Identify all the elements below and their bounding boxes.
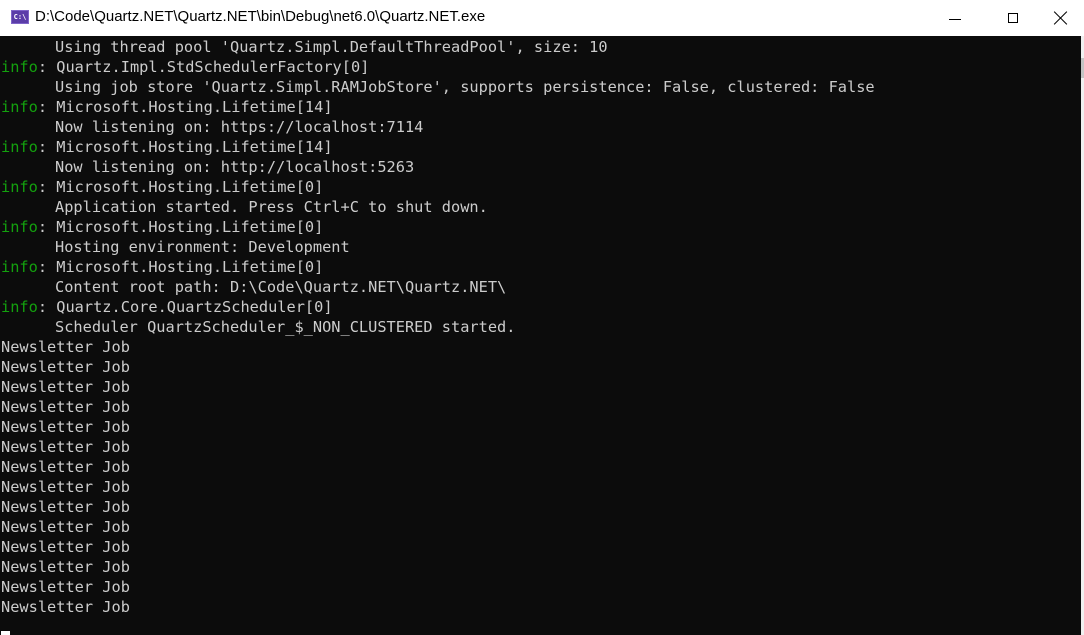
minimize-button[interactable]: [932, 0, 978, 36]
console-window: C:\ D:\Code\Quartz.NET\Quartz.NET\bin\De…: [0, 0, 1084, 635]
log-text: Newsletter Job: [1, 478, 130, 496]
log-text: Newsletter Job: [1, 338, 130, 356]
log-line: Newsletter Job: [0, 477, 1080, 497]
text-cursor: [1, 631, 10, 635]
maximize-button[interactable]: [990, 0, 1036, 36]
app-icon-glyph: C:\: [13, 13, 27, 21]
log-line: Using thread pool 'Quartz.Simpl.DefaultT…: [0, 37, 1080, 57]
log-text: Now listening on: https://localhost:7114: [55, 118, 424, 136]
log-text: Using thread pool 'Quartz.Simpl.DefaultT…: [55, 38, 608, 56]
log-text: : Microsoft.Hosting.Lifetime[0]: [37, 178, 324, 196]
log-text: : Microsoft.Hosting.Lifetime[14]: [37, 98, 333, 116]
log-text: Hosting environment: Development: [55, 238, 350, 256]
log-text: Now listening on: http://localhost:5263: [55, 158, 415, 176]
log-text: Scheduler QuartzScheduler_$_NON_CLUSTERE…: [55, 318, 516, 336]
log-text: Content root path: D:\Code\Quartz.NET\Qu…: [55, 278, 507, 296]
log-text: Newsletter Job: [1, 398, 130, 416]
log-line: Newsletter Job: [0, 597, 1080, 617]
log-line: Newsletter Job: [0, 557, 1080, 577]
log-text: : Microsoft.Hosting.Lifetime[14]: [37, 138, 333, 156]
log-line: Now listening on: http://localhost:5263: [0, 157, 1080, 177]
close-icon: [1054, 11, 1068, 25]
log-line: Newsletter Job: [0, 357, 1080, 377]
log-line: Newsletter Job: [0, 457, 1080, 477]
log-header-line: info: Microsoft.Hosting.Lifetime[0]: [0, 177, 1080, 197]
log-text: Newsletter Job: [1, 498, 130, 516]
minimize-icon: [949, 18, 961, 20]
log-text: Newsletter Job: [1, 418, 130, 436]
log-text: Newsletter Job: [1, 558, 130, 576]
log-text: Using job store 'Quartz.Simpl.RAMJobStor…: [55, 78, 875, 96]
console-app-icon[interactable]: C:\: [11, 10, 29, 24]
maximize-icon: [1008, 13, 1018, 23]
close-button[interactable]: [1038, 0, 1084, 36]
log-level-badge: info: [1, 98, 38, 116]
window-title: D:\Code\Quartz.NET\Quartz.NET\bin\Debug\…: [35, 8, 486, 25]
log-line: Hosting environment: Development: [0, 237, 1080, 257]
log-header-line: info: Microsoft.Hosting.Lifetime[0]: [0, 217, 1080, 237]
log-header-line: info: Microsoft.Hosting.Lifetime[0]: [0, 257, 1080, 277]
log-text: : Quartz.Core.QuartzScheduler[0]: [37, 298, 333, 316]
log-line: Application started. Press Ctrl+C to shu…: [0, 197, 1080, 217]
log-line: Newsletter Job: [0, 397, 1080, 417]
log-text: : Quartz.Impl.StdSchedulerFactory[0]: [37, 58, 370, 76]
log-text: Newsletter Job: [1, 358, 130, 376]
log-line: Scheduler QuartzScheduler_$_NON_CLUSTERE…: [0, 317, 1080, 337]
log-line: Newsletter Job: [0, 577, 1080, 597]
log-text: Newsletter Job: [1, 518, 130, 536]
log-line: Newsletter Job: [0, 337, 1080, 357]
log-line: Newsletter Job: [0, 377, 1080, 397]
log-text: Newsletter Job: [1, 598, 130, 616]
log-header-line: info: Quartz.Impl.StdSchedulerFactory[0]: [0, 57, 1080, 77]
log-text: Newsletter Job: [1, 538, 130, 556]
log-header-line: info: Microsoft.Hosting.Lifetime[14]: [0, 97, 1080, 117]
log-level-badge: info: [1, 218, 38, 236]
log-line: Content root path: D:\Code\Quartz.NET\Qu…: [0, 277, 1080, 297]
log-level-badge: info: [1, 258, 38, 276]
log-line: Newsletter Job: [0, 417, 1080, 437]
log-level-badge: info: [1, 298, 38, 316]
log-header-line: info: Quartz.Core.QuartzScheduler[0]: [0, 297, 1080, 317]
title-bar[interactable]: C:\ D:\Code\Quartz.NET\Quartz.NET\bin\De…: [0, 0, 1084, 36]
log-line: Using job store 'Quartz.Simpl.RAMJobStor…: [0, 77, 1080, 97]
log-level-badge: info: [1, 58, 38, 76]
log-line: Now listening on: https://localhost:7114: [0, 117, 1080, 137]
log-line: Newsletter Job: [0, 497, 1080, 517]
log-text: Newsletter Job: [1, 458, 130, 476]
log-header-line: info: Microsoft.Hosting.Lifetime[14]: [0, 137, 1080, 157]
log-line: Newsletter Job: [0, 537, 1080, 557]
console-output[interactable]: Using thread pool 'Quartz.Simpl.DefaultT…: [0, 36, 1080, 635]
log-line: Newsletter Job: [0, 437, 1080, 457]
log-line: Newsletter Job: [0, 517, 1080, 537]
log-level-badge: info: [1, 178, 38, 196]
log-text: Newsletter Job: [1, 438, 130, 456]
log-text: Newsletter Job: [1, 578, 130, 596]
log-text: Application started. Press Ctrl+C to shu…: [55, 198, 488, 216]
log-text: : Microsoft.Hosting.Lifetime[0]: [37, 258, 324, 276]
log-level-badge: info: [1, 138, 38, 156]
log-text: Newsletter Job: [1, 378, 130, 396]
log-text: : Microsoft.Hosting.Lifetime[0]: [37, 218, 324, 236]
